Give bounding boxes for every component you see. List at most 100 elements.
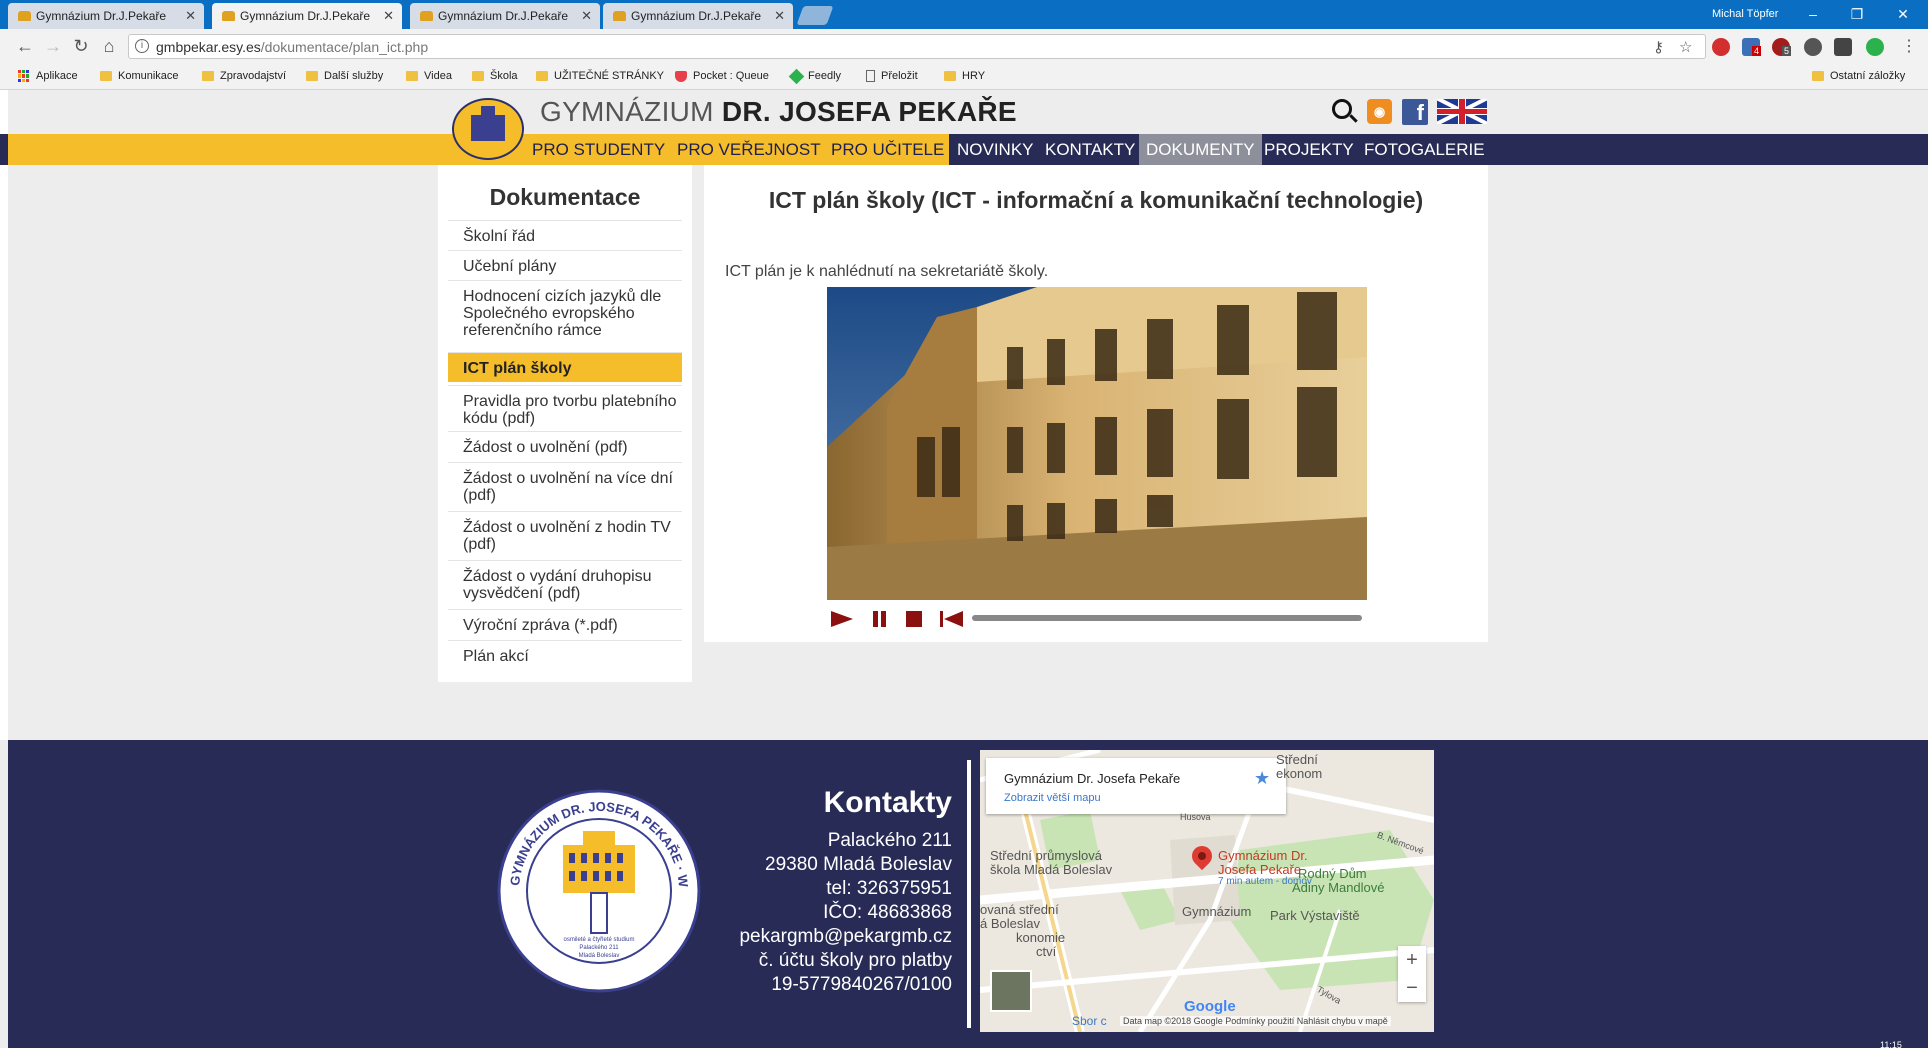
sidebar-item-ict-plan[interactable]: ICT plán školy [448, 352, 682, 382]
sidebar-item-skolni-rad[interactable]: Školní řád [448, 220, 682, 250]
address-url[interactable]: gmbpekar.esy.es/dokumentace/plan_ict.php [156, 39, 428, 55]
tab-close-icon[interactable]: ✕ [774, 8, 785, 24]
content-text: ICT plán je k nahlédnutí na sekretariátě… [725, 263, 1049, 280]
bookmark-item[interactable]: Komunikace [100, 70, 179, 82]
browser-user-name[interactable]: Michal Töpfer [1712, 8, 1778, 20]
tab-close-icon[interactable]: ✕ [581, 8, 592, 24]
bookmark-star-icon[interactable]: ☆ [1679, 38, 1692, 56]
new-tab-button[interactable] [796, 6, 834, 25]
sidebar-item-zadost-tv[interactable]: Žádost o uvolnění z hodin TV (pdf) [448, 511, 682, 560]
footer-contacts-heading: Kontakty [823, 786, 952, 819]
minimize-icon[interactable]: – [1798, 5, 1828, 23]
sidebar-item-platebni-kod[interactable]: Pravidla pro tvorbu platebního kódu (pdf… [448, 385, 682, 433]
bookmark-item[interactable]: UŽITEČNÉ STRÁNKY [536, 70, 664, 82]
browser-menu-icon[interactable]: ⋮ [1898, 36, 1920, 56]
play-icon[interactable] [829, 609, 855, 629]
folder-icon [472, 71, 484, 81]
tab-favicon-icon [222, 11, 235, 21]
close-window-icon[interactable]: ✕ [1888, 5, 1918, 23]
menu-novinky[interactable]: NOVINKY [950, 134, 1041, 165]
tab-title: Gymnázium Dr.J.Pekaře [36, 9, 167, 23]
bookmark-label: Škola [490, 70, 518, 82]
home-icon[interactable]: ⌂ [98, 36, 120, 57]
footer-phone[interactable]: tel: 326375951 [700, 878, 952, 900]
other-bookmarks[interactable]: Ostatní záložky [1812, 70, 1905, 82]
menu-pro-studenty[interactable]: PRO STUDENTY [525, 134, 672, 165]
browser-tab[interactable]: Gymnázium Dr.J.Pekaře ✕ [8, 3, 204, 29]
restore-icon[interactable]: ❐ [1842, 5, 1872, 23]
key-icon[interactable]: ⚷ [1653, 38, 1664, 56]
stop-icon[interactable] [905, 609, 923, 629]
bookmark-item[interactable]: Škola [472, 70, 518, 82]
facebook-icon[interactable]: f [1402, 99, 1428, 125]
bookmark-item[interactable]: Pocket : Queue [675, 70, 769, 82]
feedly-extension-icon[interactable] [1866, 38, 1884, 56]
map-zoom-in-button[interactable]: + [1398, 946, 1426, 974]
media-player [827, 607, 1367, 631]
address-bar[interactable]: i gmbpekar.esy.es/dokumentace/plan_ict.p… [128, 34, 1706, 59]
site-title[interactable]: GYMNÁZIUM DR. JOSEFA PEKAŘE [540, 96, 1017, 128]
bookmark-item[interactable]: Aplikace [18, 70, 78, 82]
bookmark-item[interactable]: Feedly [788, 68, 841, 84]
map-satellite-toggle[interactable] [990, 970, 1032, 1012]
google-map[interactable]: Gymnázium Dr. Josefa Pekaře Zobrazit vět… [980, 750, 1434, 1032]
extension-icon[interactable] [1712, 38, 1730, 56]
tab-close-icon[interactable]: ✕ [185, 8, 196, 24]
logo-building-icon [471, 106, 505, 141]
menu-pro-ucitele[interactable]: PRO UČITELE [824, 134, 951, 165]
site-info-icon[interactable]: i [135, 39, 149, 53]
folder-icon [944, 71, 956, 81]
sidebar-item-plan-akci[interactable]: Plán akcí [448, 640, 682, 671]
forward-arrow-icon[interactable]: → [42, 36, 64, 57]
reload-icon[interactable]: ↻ [70, 36, 92, 57]
bookmark-item[interactable]: Další služby [306, 70, 383, 82]
bookmark-item[interactable]: Přeložit [866, 70, 918, 82]
browser-tab-active[interactable]: Gymnázium Dr.J.Pekaře ✕ [212, 3, 402, 29]
pocket-extension-icon[interactable] [1834, 38, 1852, 56]
sidebar-item-zadost-uvolneni[interactable]: Žádost o uvolnění (pdf) [448, 431, 682, 462]
sidebar-item-druhopis[interactable]: Žádost o vydání druhopisu vysvědčení (pd… [448, 560, 682, 609]
map-pin-subtitle: 7 min autem - domov [1218, 876, 1312, 887]
back-arrow-icon[interactable]: ← [14, 36, 36, 57]
pause-icon[interactable] [871, 609, 889, 629]
rewind-icon[interactable] [939, 609, 965, 629]
playback-progress-bar[interactable] [972, 615, 1362, 621]
bookmark-label: HRY [962, 70, 986, 82]
english-flag-icon[interactable] [1437, 99, 1487, 124]
footer-school-seal: GYMNÁZIUM DR. JOSEFA PEKAŘE · WWW.PEKARG… [495, 787, 701, 993]
map-label: Park Výstaviště [1270, 908, 1360, 923]
map-attribution[interactable]: Data map ©2018 Google Podmínky použití N… [1120, 1016, 1391, 1026]
map-label: Sbor c [1072, 1014, 1107, 1028]
tab-close-icon[interactable]: ✕ [383, 8, 394, 24]
bookmark-item[interactable]: Zpravodajství [202, 70, 286, 82]
map-zoom-out-button[interactable]: − [1398, 974, 1426, 1002]
browser-tab[interactable]: Gymnázium Dr.J.Pekaře ✕ [603, 3, 793, 29]
rss-icon[interactable]: ◉ [1367, 99, 1392, 124]
sidebar-item-hodnoceni-jazyku[interactable]: Hodnocení cizích jazyků dle Společného e… [448, 280, 682, 347]
ublock-icon[interactable]: 5 [1772, 38, 1792, 56]
menu-fotogalerie[interactable]: FOTOGALERIE [1357, 134, 1492, 165]
tab-favicon-icon [18, 11, 31, 21]
footer-email[interactable]: pekargmb@pekargmb.cz [700, 926, 952, 948]
bookmark-item[interactable]: HRY [944, 70, 985, 82]
map-label: ekonom [1276, 766, 1323, 781]
mail-extension-icon[interactable]: 4 [1742, 38, 1762, 56]
menu-kontakty[interactable]: KONTAKTY [1038, 134, 1142, 165]
map-larger-link[interactable]: Zobrazit větší mapu [1004, 792, 1101, 804]
sidebar-item-zadost-vice-dni[interactable]: Žádost o uvolnění na více dní (pdf) [448, 462, 682, 511]
map-label: ovaná střední [980, 902, 1059, 917]
map-street-label: Husova [1180, 812, 1211, 822]
sidebar-item-ucebni-plany[interactable]: Učební plány [448, 250, 682, 280]
menu-dokumenty[interactable]: DOKUMENTY [1139, 134, 1262, 165]
map-save-star-icon[interactable]: ★ [1254, 768, 1270, 789]
school-logo[interactable] [452, 98, 524, 160]
menu-projekty[interactable]: PROJEKTY [1257, 134, 1361, 165]
sidebar-item-vyrocni-zprava[interactable]: Výroční zpráva (*.pdf) [448, 609, 682, 640]
browser-tab[interactable]: Gymnázium Dr.J.Pekaře ✕ [410, 3, 600, 29]
tab-title: Gymnázium Dr.J.Pekaře [438, 9, 569, 23]
school-building-photo [827, 287, 1367, 600]
bookmark-item[interactable]: Videa [406, 70, 452, 82]
menu-pro-verejnost[interactable]: PRO VEŘEJNOST [670, 134, 828, 165]
search-icon[interactable] [1332, 99, 1352, 119]
extension-icon[interactable] [1804, 38, 1822, 56]
